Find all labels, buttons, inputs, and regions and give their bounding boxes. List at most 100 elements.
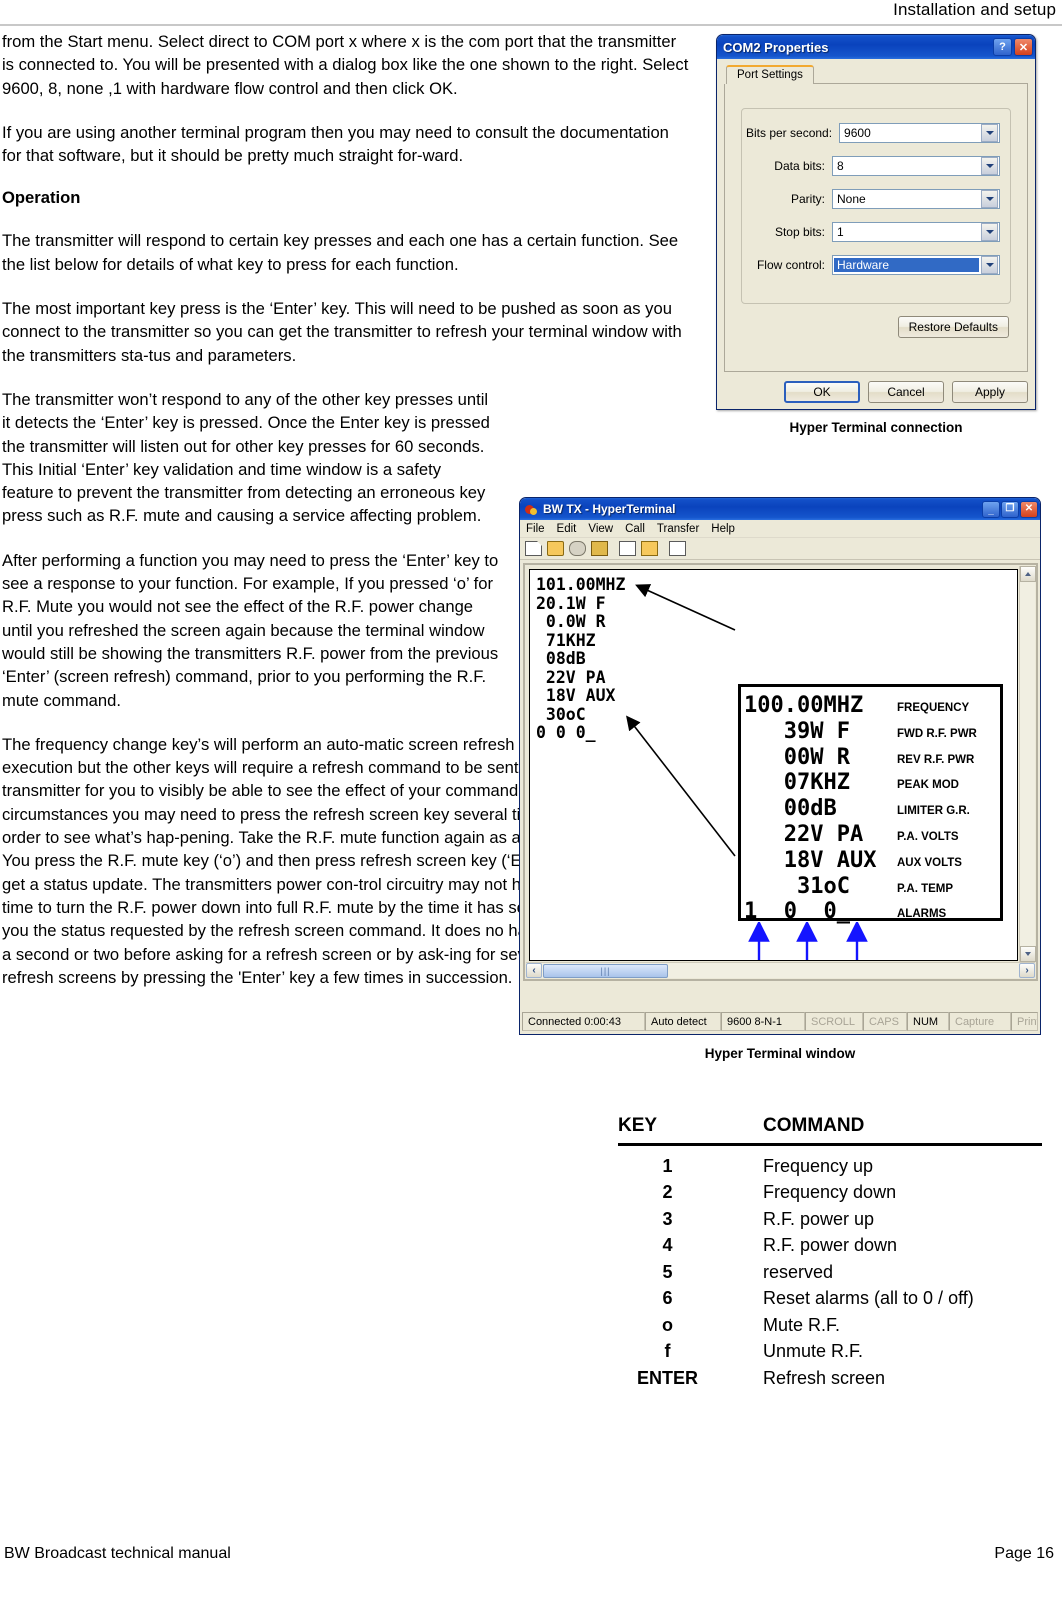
maximize-icon[interactable]: ❐ [1001,500,1019,518]
scroll-right-button[interactable]: › [1019,963,1035,978]
com-properties-dialog[interactable]: COM2 Properties ? ✕ Port Settings Bits p… [716,34,1036,410]
com-dialog-panel: Bits per second: 9600 Data bits: 8 Parit… [724,84,1028,372]
disconnect-icon[interactable] [569,541,586,556]
status-num: NUM [907,1012,949,1031]
cell-key: 6 [662,1288,673,1308]
chevron-down-icon[interactable] [981,157,998,175]
status-caps: CAPS [863,1012,907,1031]
field-flow-control: Flow control: Hardware [746,255,1000,275]
menu-item-edit[interactable]: Edit [557,523,577,535]
call-icon[interactable] [591,541,608,556]
readout-legend-box: 100.00MHZ 39W F 00W R 07KHZ 00dB 22V PA … [738,684,1003,925]
header-divider [0,24,1062,26]
table-row: ENTER Refresh screen [618,1365,1042,1392]
cell-command: R.F. power down [763,1235,898,1255]
section-heading-operation: Operation [2,188,81,208]
cancel-button[interactable]: Cancel [868,381,944,403]
close-icon[interactable]: ✕ [1020,500,1038,518]
cell-command: reserved [763,1261,834,1282]
column-header-key: KEY [618,1115,658,1136]
page-header-title: Installation and setup [893,0,1056,19]
scroll-down-icon[interactable] [1020,946,1036,962]
status-line-settings: 9600 8-N-1 [721,1012,805,1031]
table-row: 6 Reset alarms (all to 0 / off) [618,1285,1042,1312]
paragraph-6: After performing a function you may need… [2,550,499,710]
bits-per-second-select[interactable]: 9600 [839,123,1000,143]
footer-page-number: Page 16 [994,1545,1054,1562]
cell-command: Unmute R.F. [763,1341,864,1361]
terminal-horizontal-scrollbar[interactable]: ‹ ||| › [526,962,1035,978]
table-row: 5 reserved [618,1259,1042,1286]
chevron-down-icon[interactable] [981,256,998,274]
menu-item-help[interactable]: Help [711,523,735,535]
paragraph-1: from the Start menu. Select direct to CO… [2,32,689,98]
new-connection-icon[interactable] [525,541,542,556]
column-header-command: COMMAND [763,1115,865,1136]
cell-command: Reset alarms (all to 0 / off) [763,1288,974,1308]
status-connected: Connected 0:00:43 [522,1012,645,1031]
scroll-left-button[interactable]: ‹ [526,963,542,978]
cell-key: 2 [662,1182,673,1202]
hyperterminal-menubar[interactable]: File Edit View Call Transfer Help [520,520,1040,538]
send-file-icon[interactable] [619,541,636,556]
status-scroll: SCROLL [805,1012,863,1031]
scrollbar-thumb[interactable]: ||| [543,963,668,978]
parity-select[interactable]: None [832,189,1000,209]
select-value: 8 [837,159,844,173]
hyperterminal-titlebar[interactable]: BW TX - HyperTerminal _ ❐ ✕ [520,498,1040,520]
tab-port-settings[interactable]: Port Settings [726,65,814,84]
figure-caption-com-dialog: Hyper Terminal connection [789,420,963,435]
chevron-down-icon[interactable] [981,124,998,142]
cell-key: 5 [662,1261,673,1282]
menu-item-file[interactable]: File [526,523,545,535]
hyperterminal-statusbar: Connected 0:00:43 Auto detect 9600 8-N-1… [522,1012,1038,1031]
cell-command: Frequency down [763,1182,897,1202]
paragraph-4: The most important key press is the ‘Ent… [2,299,682,365]
chevron-down-icon[interactable] [981,190,998,208]
port-settings-group: Bits per second: 9600 Data bits: 8 Parit… [741,108,1011,304]
select-value: Hardware [834,258,979,272]
table-header-row: KEY COMMAND [618,1115,1042,1143]
com-dialog-footer: OK Cancel Apply [724,381,1028,403]
table-header-divider [618,1143,1042,1146]
hyperterminal-toolbar[interactable] [520,538,1040,560]
com-dialog-titlebar[interactable]: COM2 Properties ? ✕ [717,35,1035,59]
com-dialog-body: Port Settings Bits per second: 9600 Data… [717,59,1035,409]
open-icon[interactable] [547,541,564,556]
menu-item-call[interactable]: Call [625,523,645,535]
readout-values: 100.00MHZ 39W F 00W R 07KHZ 00dB 22V PA … [744,693,877,925]
minimize-icon[interactable]: _ [982,500,1000,518]
hyperterminal-window[interactable]: BW TX - HyperTerminal _ ❐ ✕ File Edit Vi… [519,497,1041,1035]
cell-key: o [662,1314,673,1335]
table-row: f Unmute R.F. [618,1338,1042,1365]
terminal-vertical-scrollbar[interactable] [1019,566,1036,962]
close-icon[interactable]: ✕ [1014,38,1033,56]
status-capture: Capture [949,1012,1011,1031]
data-bits-select[interactable]: 8 [832,156,1000,176]
apply-button[interactable]: Apply [952,381,1028,403]
cell-command: Refresh screen [763,1367,886,1388]
cell-key: 4 [662,1235,673,1255]
status-print-echo: Print ech [1011,1012,1038,1031]
scroll-up-icon[interactable] [1020,566,1036,582]
cell-key: 1 [662,1155,673,1176]
terminal-output-text: 101.00MHZ 20.1W F 0.0W R 71KHZ 08dB 22V … [536,575,626,742]
status-detect: Auto detect [645,1012,721,1031]
restore-defaults-button[interactable]: Restore Defaults [897,316,1009,338]
field-bits-per-second: Bits per second: 9600 [746,123,1000,143]
receive-file-icon[interactable] [641,541,658,556]
properties-icon[interactable] [669,541,686,556]
cell-key: ENTER [636,1367,698,1388]
select-value: 1 [837,225,844,239]
field-parity: Parity: None [746,189,1000,209]
flow-control-select[interactable]: Hardware [832,255,1000,275]
stop-bits-select[interactable]: 1 [832,222,1000,242]
menu-item-view[interactable]: View [588,523,613,535]
menu-item-transfer[interactable]: Transfer [657,523,699,535]
terminal-screen[interactable]: 101.00MHZ 20.1W F 0.0W R 71KHZ 08dB 22V … [529,569,1018,961]
chevron-down-icon[interactable] [981,223,998,241]
paragraph-7: The frequency change key’s will perform … [2,734,602,987]
help-icon[interactable]: ? [993,38,1012,56]
ok-button[interactable]: OK [784,381,860,403]
field-stop-bits: Stop bits: 1 [746,222,1000,242]
